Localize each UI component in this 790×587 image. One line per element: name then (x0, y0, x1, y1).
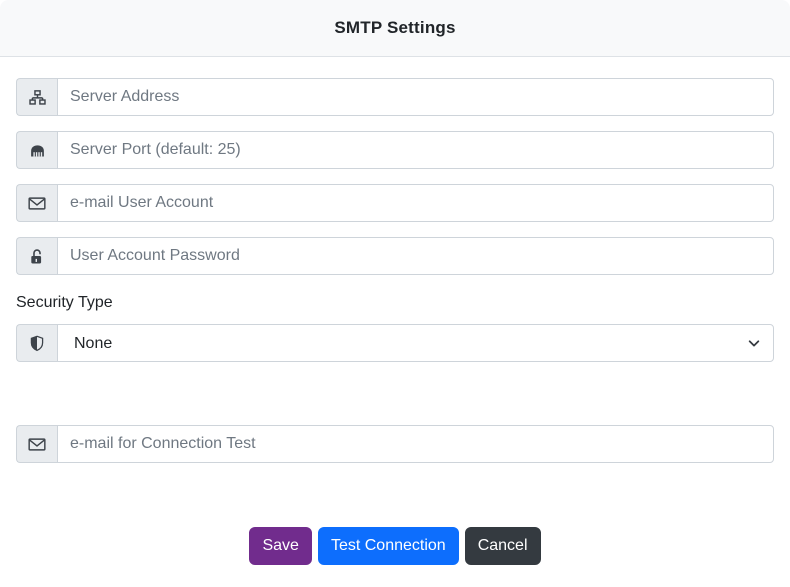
email-test-input[interactable] (57, 425, 774, 463)
security-type-group: None (16, 324, 774, 362)
security-type-select[interactable]: None (57, 324, 774, 362)
password-input[interactable] (57, 237, 774, 275)
password-group (16, 237, 774, 275)
dialog-body: Security Type None (0, 57, 790, 565)
envelope-icon (16, 184, 57, 222)
server-address-group (16, 78, 774, 116)
security-type-select-wrap: None (57, 324, 774, 362)
save-button[interactable]: Save (249, 527, 311, 565)
server-port-input[interactable] (57, 131, 774, 169)
server-port-group (16, 131, 774, 169)
button-row: Save Test Connection Cancel (16, 527, 774, 565)
cancel-button[interactable]: Cancel (465, 527, 541, 565)
shield-icon (16, 324, 57, 362)
server-address-input[interactable] (57, 78, 774, 116)
dialog-title: SMTP Settings (334, 18, 455, 38)
email-account-input[interactable] (57, 184, 774, 222)
email-test-group (16, 425, 774, 463)
email-account-group (16, 184, 774, 222)
dialog-header: SMTP Settings (0, 0, 790, 57)
security-type-label: Security Type (16, 294, 774, 312)
network-diagram-icon (16, 78, 57, 116)
smtp-settings-dialog: SMTP Settings (0, 0, 790, 587)
test-connection-button[interactable]: Test Connection (318, 527, 459, 565)
envelope-icon (16, 425, 57, 463)
ethernet-port-icon (16, 131, 57, 169)
unlock-icon (16, 237, 57, 275)
